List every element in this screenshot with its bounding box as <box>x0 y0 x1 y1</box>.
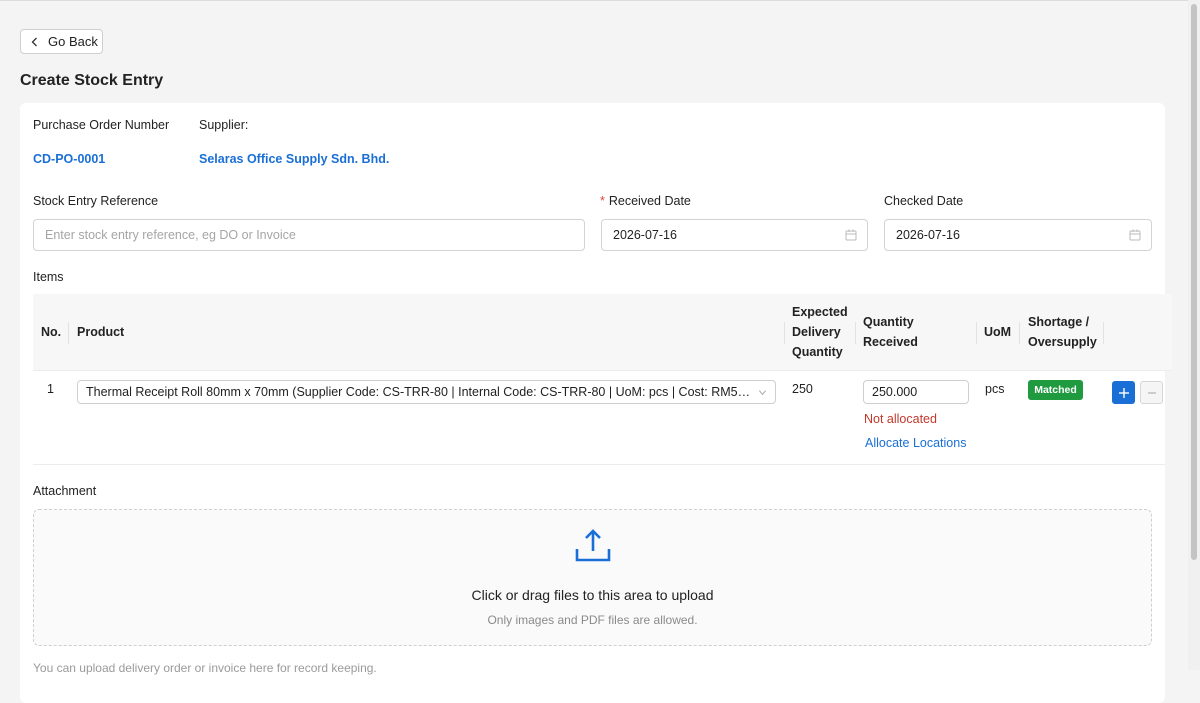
checked-date-value: 2026-07-16 <box>896 228 960 242</box>
row-number: 1 <box>47 382 54 396</box>
reference-label: Stock Entry Reference <box>33 194 159 208</box>
dropzone-subtitle: Only images and PDF files are allowed. <box>487 613 698 627</box>
col-no: No. <box>41 325 62 339</box>
po-number-link[interactable]: CD-PO-0001 <box>33 152 105 166</box>
items-table-header: No. Product Expected Delivery Quantity Q… <box>33 294 1172 371</box>
reference-placeholder: Enter stock entry reference, eg DO or In… <box>45 228 296 242</box>
column-divider <box>1019 322 1020 344</box>
dropzone-title: Click or drag files to this area to uplo… <box>471 587 714 603</box>
col-expected-qty: Expected Delivery Quantity <box>792 302 848 362</box>
calendar-icon <box>845 229 857 241</box>
col-received-qty: Quantity Received <box>863 312 918 352</box>
checked-date-label: Checked Date <box>884 194 964 208</box>
row-divider <box>33 464 1165 465</box>
column-divider <box>68 322 69 344</box>
quantity-received-value: 250.000 <box>872 385 918 399</box>
expected-qty-value: 250 <box>792 382 813 396</box>
col-expected-line2: Delivery <box>792 325 841 339</box>
col-expected-line1: Expected <box>792 305 848 319</box>
col-expected-line3: Quantity <box>792 345 843 359</box>
supplier-link[interactable]: Selaras Office Supply Sdn. Bhd. <box>199 152 389 166</box>
uom-value: pcs <box>985 382 1005 396</box>
col-uom: UoM <box>984 325 1012 339</box>
status-badge: Matched <box>1028 380 1083 400</box>
required-mark: * <box>600 194 605 208</box>
reference-input[interactable]: Enter stock entry reference, eg DO or In… <box>33 219 585 251</box>
scrollbar-thumb[interactable] <box>1191 4 1197 560</box>
col-product: Product <box>77 325 125 339</box>
received-date-picker[interactable]: 2026-07-16 <box>601 219 868 251</box>
calendar-icon <box>1129 229 1141 241</box>
attachment-help-text: You can upload delivery order or invoice… <box>33 661 377 675</box>
product-select-value: Thermal Receipt Roll 80mm x 70mm (Suppli… <box>86 385 753 399</box>
minus-icon <box>1147 391 1156 394</box>
column-divider <box>1103 322 1104 344</box>
allocation-status: Not allocated <box>864 412 937 426</box>
go-back-label: Go Back <box>48 34 98 49</box>
attachment-label: Attachment <box>33 484 97 498</box>
col-shortage-line2: Oversupply <box>1028 335 1097 349</box>
col-shortage: Shortage / Oversupply <box>1028 312 1097 352</box>
chevron-left-icon <box>31 37 37 46</box>
items-section-label: Items <box>33 270 64 284</box>
column-divider <box>855 322 856 344</box>
remove-row-button[interactable] <box>1140 381 1163 404</box>
allocate-locations-link[interactable]: Allocate Locations <box>865 436 966 450</box>
stock-entry-form: Purchase Order Number Supplier: CD-PO-00… <box>20 103 1172 703</box>
received-date-label-text: Received Date <box>608 194 691 208</box>
plus-icon <box>1118 387 1129 398</box>
top-border <box>0 0 1200 1</box>
product-select[interactable]: Thermal Receipt Roll 80mm x 70mm (Suppli… <box>77 380 776 404</box>
page-title: Create Stock Entry <box>20 72 164 89</box>
column-divider <box>976 322 977 344</box>
column-divider <box>784 322 785 344</box>
received-date-label: * Received Date <box>600 194 691 208</box>
chevron-down-icon <box>758 390 767 396</box>
supplier-label: Supplier: <box>199 118 249 132</box>
upload-dropzone[interactable]: Click or drag files to this area to uplo… <box>33 509 1152 646</box>
go-back-button[interactable]: Go Back <box>20 29 103 54</box>
add-row-button[interactable] <box>1112 381 1135 404</box>
col-received-line1: Quantity <box>863 315 914 329</box>
col-received-line2: Received <box>863 335 918 349</box>
col-shortage-line1: Shortage / <box>1028 315 1090 329</box>
checked-date-picker[interactable]: 2026-07-16 <box>884 219 1152 251</box>
received-date-value: 2026-07-16 <box>613 228 677 242</box>
po-number-label: Purchase Order Number <box>33 118 170 132</box>
upload-icon <box>575 529 611 562</box>
page-scrollbar[interactable] <box>1188 0 1200 670</box>
quantity-received-input[interactable]: 250.000 <box>863 380 969 404</box>
